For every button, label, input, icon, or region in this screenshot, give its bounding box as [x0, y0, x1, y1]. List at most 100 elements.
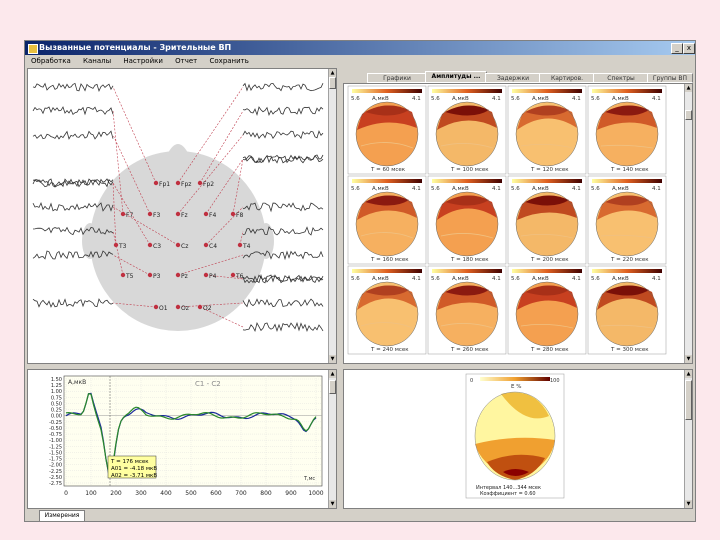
map-time-label: T = 300 мсек: [610, 347, 649, 353]
electrode-label: Fp2: [203, 181, 214, 188]
channel-trace: [32, 298, 114, 308]
x-tick-label: 900: [285, 490, 297, 497]
map-tile: 5.6 A,мкВ 4.1 T = 280 мсек: [507, 265, 587, 355]
map-scale-min: 5.6: [431, 276, 440, 282]
maps-scroll-up-icon[interactable]: ▲: [685, 84, 692, 92]
tooltip-line: A02 = -3.71 мкВ: [111, 473, 157, 479]
map-scale-min: 5.6: [511, 276, 520, 282]
electrode-dot: [175, 180, 181, 186]
electrode-dot: [203, 211, 209, 217]
map-scale-max: 4.1: [412, 186, 421, 192]
x-tick-label: 400: [160, 490, 172, 497]
map-unit-label: A,мкВ: [372, 96, 389, 102]
summary-scroll-up-icon[interactable]: ▲: [685, 370, 692, 378]
map-time-label: T = 160 мсек: [370, 257, 409, 263]
map-tile: 5.6 A,мкВ 4.1 T = 200 мсек: [507, 175, 587, 265]
x-tick-label: 600: [210, 490, 222, 497]
map-unit-label: A,мкВ: [612, 96, 629, 102]
map-color-scale: [592, 269, 662, 273]
close-button[interactable]: x: [683, 43, 695, 54]
channel-trace: [242, 82, 324, 92]
map-time-label: T = 100 мсек: [450, 167, 489, 173]
electrode-label: Pz: [181, 273, 188, 280]
y-tick-label: -2.75: [49, 481, 62, 487]
map-color-scale: [512, 89, 582, 93]
map-unit-label: A,мкВ: [452, 276, 469, 282]
graph-scroll-down-icon[interactable]: ▼: [329, 500, 336, 508]
electrode-dot: [120, 211, 126, 217]
map-tile: 5.6 A,мкВ 4.1 T = 180 мсек: [427, 175, 507, 265]
x-tick-label: 100: [85, 490, 97, 497]
x-tick-label: 700: [235, 490, 247, 497]
tab-measurements[interactable]: Измерения: [39, 510, 85, 522]
y-tick-label: 0.25: [51, 408, 62, 414]
y-tick-label: -1.25: [49, 444, 62, 450]
x-tick-label: 500: [185, 490, 197, 497]
map-scale-max: 4.1: [412, 96, 421, 102]
x-tick-label: 0: [64, 490, 68, 497]
scroll-thumb[interactable]: [329, 77, 336, 89]
map-color-scale: [432, 89, 502, 93]
graph-scrollbar[interactable]: ▲ ▼: [328, 370, 336, 508]
layout-scrollbar[interactable]: ▲ ▼: [328, 69, 336, 363]
summary-scale-left: 0: [470, 378, 473, 384]
map-scale-max: 4.1: [492, 276, 501, 282]
electrode-label: F4: [209, 212, 216, 219]
tab-mapping[interactable]: Картиров.: [539, 73, 595, 83]
electrode-label: C3: [153, 243, 161, 250]
map-scale-max: 4.1: [412, 276, 421, 282]
map-time-label: T = 240 мсек: [370, 347, 409, 353]
map-time-label: T = 200 мсек: [530, 257, 569, 263]
y-tick-label: 1.50: [51, 377, 62, 383]
summary-scroll-thumb[interactable]: [685, 380, 692, 420]
graph-scroll-up-icon[interactable]: ▲: [329, 370, 336, 378]
menu-channels[interactable]: Каналы: [83, 57, 111, 65]
maps-scrollbar[interactable]: ▲ ▼: [684, 84, 692, 363]
y-tick-label: 0.50: [51, 401, 62, 407]
map-time-label: T = 180 мсек: [450, 257, 489, 263]
map-scale-max: 4.1: [652, 96, 661, 102]
menu-settings[interactable]: Настройки: [123, 57, 163, 65]
map-tile: 5.6 A,мкВ 4.1 T = 60 мсек: [347, 85, 427, 175]
tab-graphs[interactable]: Графики: [367, 73, 427, 83]
y-tick-label: -2.25: [49, 469, 62, 475]
waveform-chart[interactable]: A,мкВ C1 - C21.501.251.000.750.500.250.00…: [28, 370, 328, 508]
scroll-up-icon[interactable]: ▲: [329, 69, 336, 77]
channel-trace: [32, 106, 114, 116]
menu-save[interactable]: Сохранить: [210, 57, 249, 65]
scroll-down-icon[interactable]: ▼: [329, 355, 336, 363]
map-scale-max: 4.1: [492, 186, 501, 192]
map-tile: 5.6 A,мкВ 4.1 T = 140 мсек: [587, 85, 667, 175]
summary-color-scale: [480, 377, 550, 381]
summary-scrollbar[interactable]: ▲ ▼: [684, 370, 692, 508]
tooltip-line: A01 = -4.18 мкВ: [111, 466, 157, 472]
map-scale-max: 4.1: [652, 186, 661, 192]
maps-scroll-thumb[interactable]: [685, 110, 692, 120]
tab-spectra[interactable]: Спектры: [593, 73, 649, 83]
minimize-button[interactable]: _: [671, 43, 683, 54]
map-scale-min: 5.6: [351, 186, 360, 192]
menu-processing[interactable]: Обработка: [31, 57, 71, 65]
electrode-dot: [120, 272, 126, 278]
channel-trace: [242, 130, 324, 140]
summary-scroll-down-icon[interactable]: ▼: [685, 500, 692, 508]
y-tick-label: -0.75: [49, 432, 62, 438]
y-tick-label: -1.50: [49, 450, 62, 456]
head-montage: Fp1 Fpz Fp2 F7 F3 Fz F4 F8 T3 C3 Cz C4 T4 T5 P3 Pz P4 T6 O…: [32, 82, 324, 333]
map-scale-min: 5.6: [591, 276, 600, 282]
tab-groups[interactable]: Группы ВП: [647, 73, 693, 83]
menu-report[interactable]: Отчет: [175, 57, 197, 65]
maps-scroll-down-icon[interactable]: ▼: [685, 355, 692, 363]
map-unit-label: A,мкВ: [532, 276, 549, 282]
tab-latencies[interactable]: Задержки: [485, 73, 541, 83]
y-tick-label: -0.25: [49, 420, 62, 426]
map-color-scale: [352, 269, 422, 273]
electrode-label: O2: [203, 305, 212, 312]
electrode-label: T4: [242, 243, 251, 250]
electrode-dot: [147, 242, 153, 248]
map-unit-label: A,мкВ: [372, 276, 389, 282]
electrode-dot: [153, 304, 159, 310]
graph-scroll-thumb[interactable]: [329, 380, 336, 394]
tab-amplitudes[interactable]: Амплитуды ...: [425, 71, 487, 83]
window-title: Вызванные потенциалы - Зрительные ВП: [39, 43, 232, 52]
